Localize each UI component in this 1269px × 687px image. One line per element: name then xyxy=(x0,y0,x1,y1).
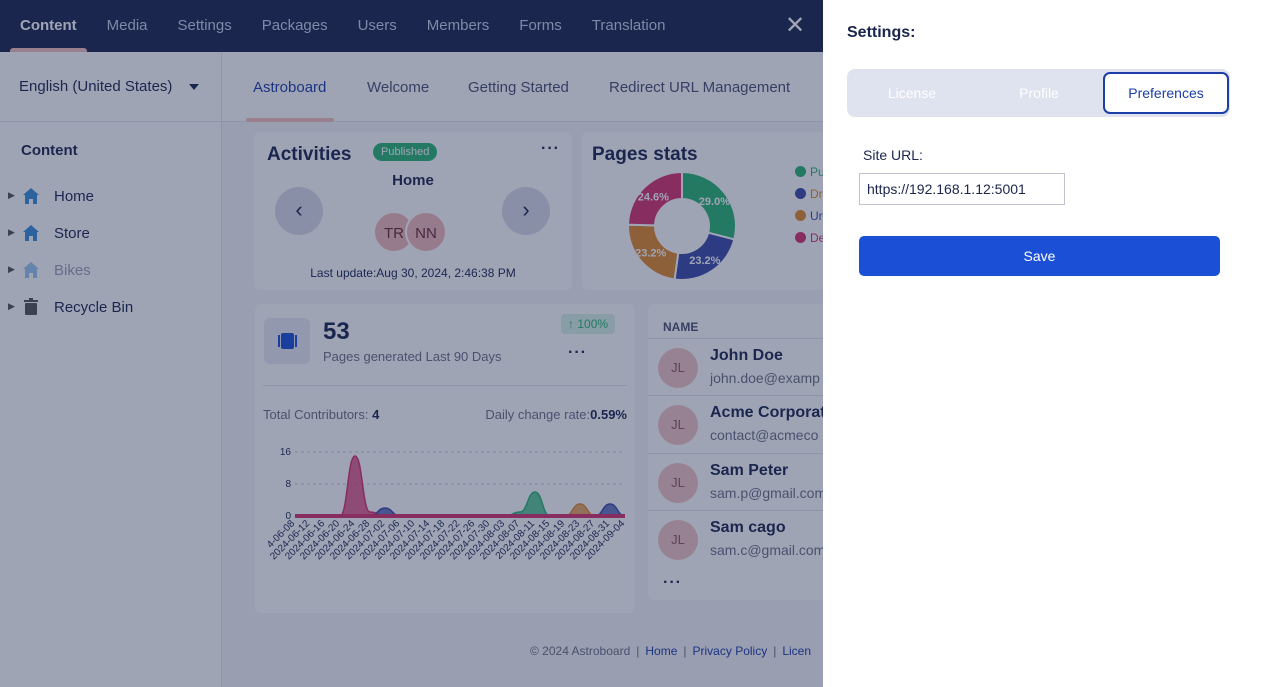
tab-preferences[interactable]: Preferences xyxy=(1103,72,1229,114)
site-url-input[interactable] xyxy=(859,173,1065,205)
modal-backdrop[interactable] xyxy=(0,0,823,687)
settings-title: Settings: xyxy=(847,24,916,41)
settings-tab-switcher: License Profile Preferences xyxy=(847,69,1230,117)
tab-license[interactable]: License xyxy=(849,72,975,114)
settings-panel: Settings: License Profile Preferences Si… xyxy=(823,0,1269,687)
site-url-label: Site URL: xyxy=(863,147,923,163)
tab-profile[interactable]: Profile xyxy=(976,72,1102,114)
save-button[interactable]: Save xyxy=(859,236,1220,276)
